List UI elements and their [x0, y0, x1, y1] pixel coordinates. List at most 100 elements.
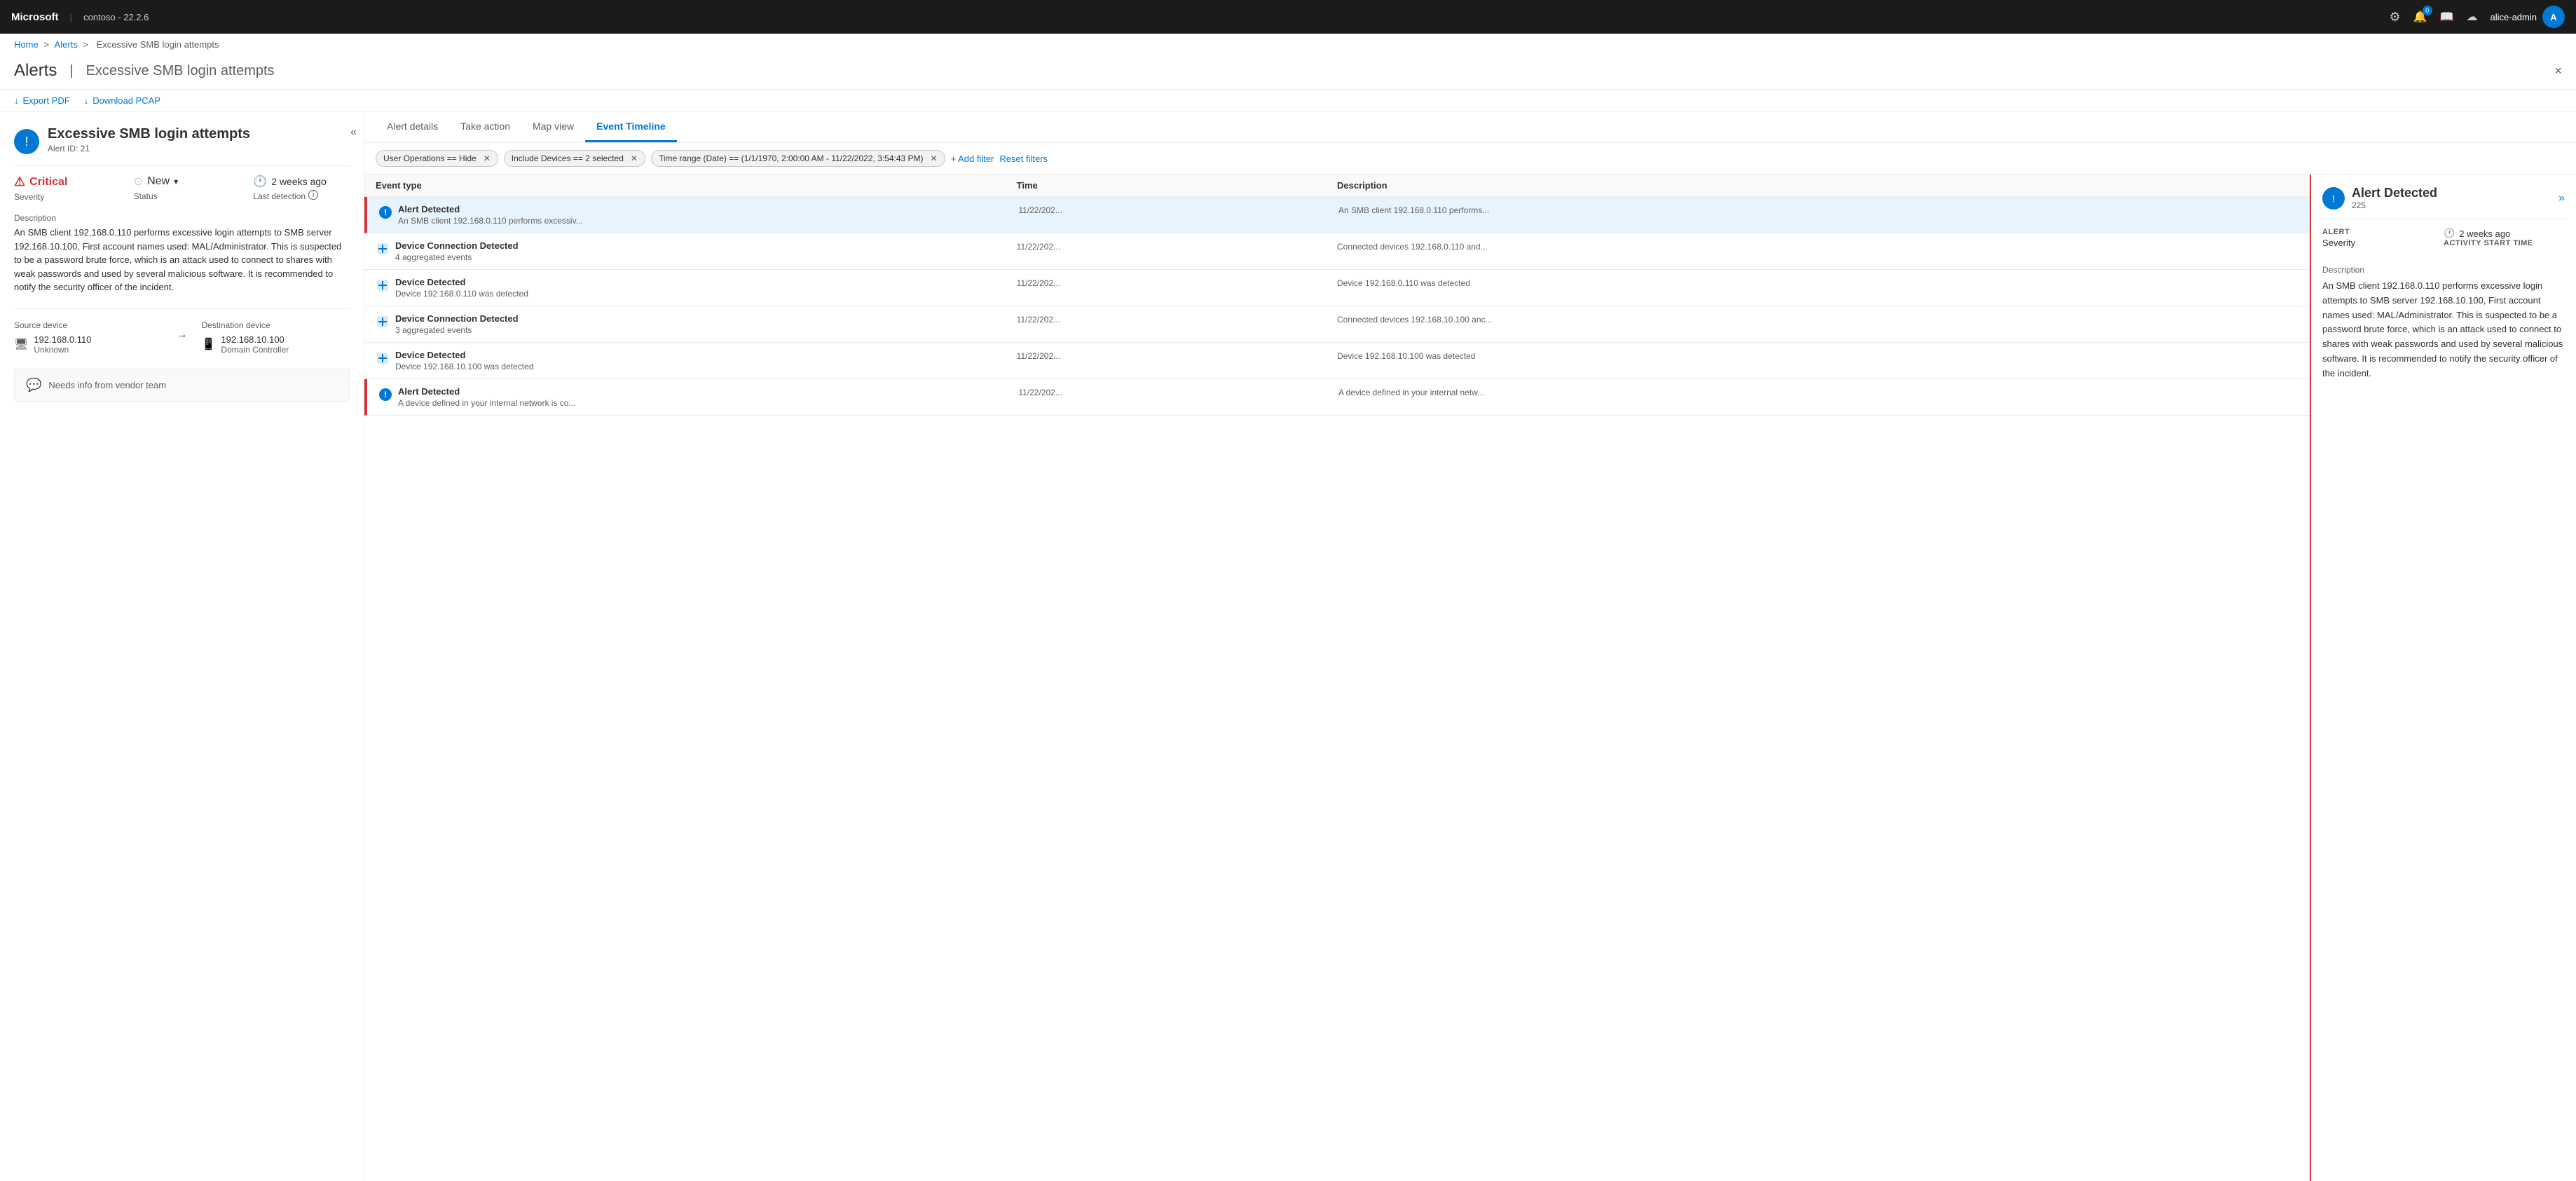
- breadcrumb: Home > Alerts > Excessive SMB login atte…: [0, 34, 2576, 55]
- page-subtitle: Excessive SMB login attempts: [86, 63, 275, 79]
- alert-detected-icon-0: !: [378, 205, 392, 221]
- destination-device-icon: 📱: [202, 337, 216, 351]
- alert-title-block: Excessive SMB login attempts Alert ID: 2…: [48, 126, 250, 153]
- col-description: Description: [1337, 180, 2298, 191]
- detail-title-block: Alert Detected 225: [2352, 186, 2437, 210]
- filter-include-devices-close[interactable]: ✕: [631, 153, 638, 163]
- tab-event-timeline[interactable]: Event Timeline: [585, 112, 677, 142]
- event-table-container: Event type Time Description !: [364, 175, 2576, 1181]
- detail-desc-text: An SMB client 192.168.0.110 performs exc…: [2322, 279, 2565, 381]
- collapse-panel-button[interactable]: «: [350, 126, 357, 139]
- filter-bar: User Operations == Hide ✕ Include Device…: [364, 143, 2576, 175]
- comment-box: 💬 Needs info from vendor team: [14, 369, 350, 402]
- filter-time-range-close[interactable]: ✕: [931, 153, 938, 163]
- detail-title: Alert Detected: [2352, 186, 2437, 200]
- event-time-2: 11/22/202...: [1017, 277, 1337, 288]
- event-time-0: 11/22/202...: [1018, 204, 1338, 215]
- description-label: Description: [14, 213, 350, 223]
- detail-desc-label: Description: [2322, 265, 2565, 275]
- detail-severity-sublabel: Severity: [2322, 238, 2444, 248]
- status-value: ⊙ New ▾: [134, 175, 222, 189]
- last-detection-value: 🕐 2 weeks ago: [253, 175, 341, 189]
- table-row[interactable]: Device Detected Device 192.168.0.110 was…: [364, 270, 2310, 306]
- last-detection-item: 🕐 2 weeks ago Last detection i: [253, 175, 350, 201]
- detail-clock-icon: 🕐: [2444, 228, 2455, 239]
- add-filter-button[interactable]: + Add filter: [951, 153, 994, 164]
- notifications-icon[interactable]: 🔔 0: [2413, 10, 2427, 24]
- topbar-actions: ⚙ 🔔 0 📖 ☁ alice-admin A: [2390, 6, 2565, 28]
- toolbar: ↓ Export PDF ↓ Download PCAP: [0, 90, 2576, 112]
- export-pdf-button[interactable]: ↓ Export PDF: [14, 95, 70, 106]
- event-desc-4: Device 192.168.10.100 was detected: [1337, 350, 2298, 361]
- comment-icon: 💬: [26, 378, 41, 392]
- filter-user-ops-close[interactable]: ✕: [484, 153, 491, 163]
- settings-icon[interactable]: ⚙: [2390, 10, 2401, 25]
- detail-meta-row: ALERT Severity 🕐 2 weeks ago Activity st…: [2322, 219, 2565, 257]
- table-row[interactable]: ! Alert Detected An SMB client 192.168.0…: [364, 197, 2310, 233]
- source-device-icon: 🖥: [14, 337, 28, 351]
- header-separator: |: [69, 63, 73, 79]
- tab-map-view[interactable]: Map view: [521, 112, 585, 142]
- detail-shield-icon: !: [2322, 187, 2345, 210]
- detail-description-block: Description An SMB client 192.168.0.110 …: [2322, 265, 2565, 381]
- status-item: ⊙ New ▾ Status: [134, 175, 231, 201]
- event-table-header: Event type Time Description: [364, 175, 2310, 197]
- device-arrow-icon: →: [177, 329, 188, 341]
- device-icon-4: [376, 351, 390, 367]
- clock-icon: 🕐: [253, 175, 267, 189]
- filter-chip-include-devices[interactable]: Include Devices == 2 selected ✕: [504, 150, 645, 167]
- filter-chip-user-operations[interactable]: User Operations == Hide ✕: [376, 150, 498, 167]
- detail-severity-item: ALERT Severity: [2322, 228, 2444, 248]
- destination-device-label: Destination device: [202, 320, 350, 330]
- username-label: alice-admin: [2491, 12, 2537, 22]
- detail-activity-item: 🕐 2 weeks ago Activity start time: [2444, 228, 2565, 247]
- breadcrumb-home[interactable]: Home: [14, 39, 39, 50]
- cloud-icon[interactable]: ☁: [2467, 10, 2478, 24]
- event-desc-1: Connected devices 192.168.0.110 and...: [1337, 240, 2298, 252]
- user-menu[interactable]: alice-admin A: [2491, 6, 2565, 28]
- event-type-text-0: Alert Detected An SMB client 192.168.0.1…: [398, 204, 583, 226]
- event-type-cell: Device Connection Detected 3 aggregated …: [376, 313, 1017, 335]
- download-pcap-label: Download PCAP: [93, 95, 160, 106]
- source-device-label: Source device: [14, 320, 163, 330]
- breadcrumb-current: Excessive SMB login attempts: [97, 39, 219, 50]
- filter-time-range-text: Time range (Date) == (1/1/1970, 2:00:00 …: [659, 153, 924, 163]
- topbar: Microsoft | contoso - 22.2.6 ⚙ 🔔 0 📖 ☁ a…: [0, 0, 2576, 34]
- event-time-4: 11/22/202...: [1017, 350, 1337, 361]
- detail-navigate-button[interactable]: »: [2558, 192, 2565, 205]
- download-pcap-button[interactable]: ↓ Download PCAP: [84, 95, 160, 106]
- table-row[interactable]: ! Alert Detected A device defined in you…: [364, 379, 2310, 416]
- table-row[interactable]: Device Connection Detected 3 aggregated …: [364, 306, 2310, 343]
- table-row[interactable]: Device Detected Device 192.168.10.100 wa…: [364, 343, 2310, 379]
- col-event-type: Event type: [376, 180, 1017, 191]
- event-type-text-2: Device Detected Device 192.168.0.110 was…: [395, 277, 528, 299]
- export-pdf-label: Export PDF: [23, 95, 70, 106]
- right-panel: Alert details Take action Map view Event…: [364, 112, 2576, 1181]
- book-icon[interactable]: 📖: [2440, 10, 2454, 24]
- table-row[interactable]: Device Connection Detected 4 aggregated …: [364, 233, 2310, 270]
- download-pcap-icon: ↓: [84, 95, 89, 106]
- source-device-type: Unknown: [34, 345, 91, 355]
- alert-title-section: ! Excessive SMB login attempts Alert ID:…: [14, 126, 350, 154]
- tab-alert-details[interactable]: Alert details: [376, 112, 449, 142]
- event-type-cell: Device Connection Detected 4 aggregated …: [376, 240, 1017, 262]
- reset-filters-button[interactable]: Reset filters: [999, 153, 1048, 164]
- notification-badge: 0: [2423, 6, 2432, 15]
- description-text: An SMB client 192.168.0.110 performs exc…: [14, 226, 350, 294]
- event-type-cell: ! Alert Detected A device defined in you…: [378, 386, 1018, 408]
- filter-chip-time-range[interactable]: Time range (Date) == (1/1/1970, 2:00:00 …: [651, 150, 945, 167]
- alert-shield-icon: !: [14, 129, 39, 154]
- destination-device-ip: 192.168.10.100: [221, 334, 289, 345]
- breadcrumb-alerts[interactable]: Alerts: [55, 39, 78, 50]
- description-block: Description An SMB client 192.168.0.110 …: [14, 213, 350, 294]
- tab-take-action[interactable]: Take action: [449, 112, 521, 142]
- status-dropdown-icon[interactable]: ▾: [174, 177, 178, 186]
- left-panel: « ! Excessive SMB login attempts Alert I…: [0, 112, 364, 1181]
- destination-device-type: Domain Controller: [221, 345, 289, 355]
- status-row: ⚠ Critical Severity ⊙ New ▾ Status 🕐 2 w…: [14, 165, 350, 202]
- alert-id: Alert ID: 21: [48, 144, 250, 153]
- detail-exclamation: !: [2332, 193, 2335, 204]
- close-button[interactable]: ×: [2554, 64, 2562, 78]
- event-desc-5: A device defined in your internal netw..…: [1338, 386, 2298, 397]
- comment-text: Needs info from vendor team: [48, 380, 166, 390]
